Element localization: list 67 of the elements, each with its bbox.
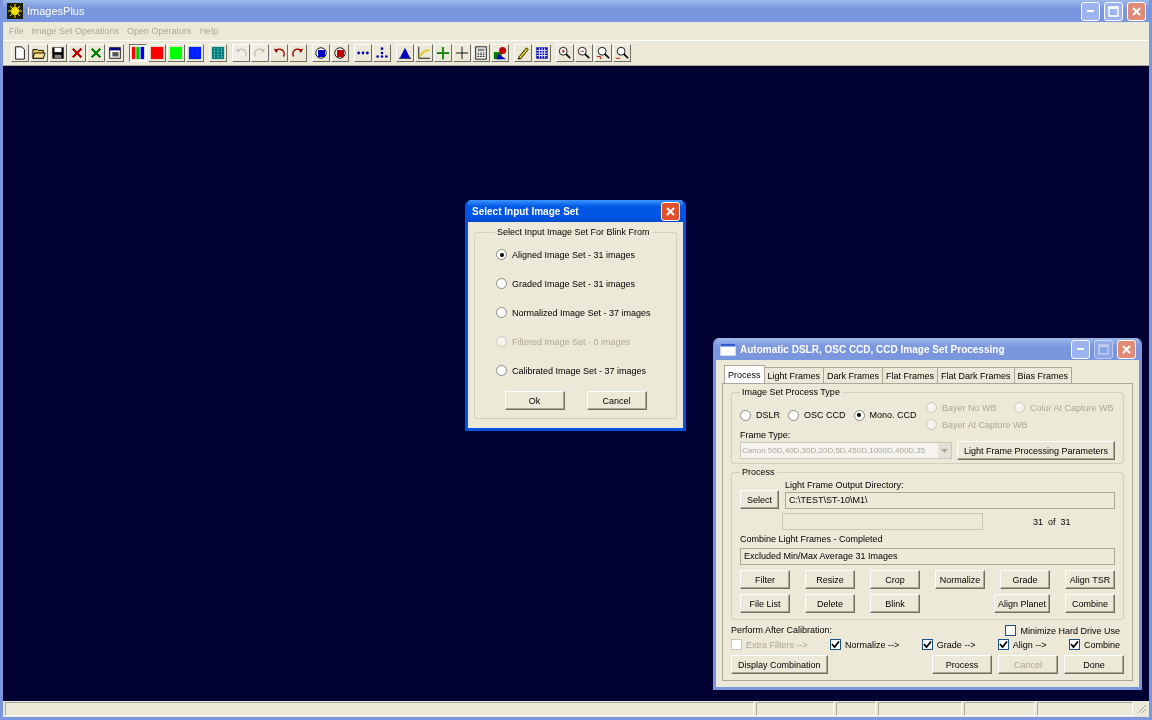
field-label: Frame Type: [740, 430, 792, 440]
radio-label: Calibrated Image Set - 37 images [512, 365, 647, 376]
field-label: Light Frame Output Directory: [785, 480, 905, 490]
checkbox-label: Normalize --> [845, 639, 900, 650]
radio-button[interactable] [496, 365, 507, 376]
minimize-icon [1077, 348, 1084, 350]
dialog-title: Select Input Image Set [472, 205, 580, 217]
check-icon [831, 640, 841, 649]
check-icon [998, 640, 1008, 649]
dropdown: Canon 50D,40D,30D,20D,5D,450D,1000D,400D,35 [740, 442, 952, 459]
section-label: Perform After Calibration: [731, 625, 833, 636]
close-icon [1121, 343, 1132, 355]
radio-label: DSLR [756, 410, 780, 420]
button[interactable]: Crop [870, 570, 920, 589]
window-icon [720, 342, 736, 356]
radio-label: Bayer No WB [942, 402, 997, 413]
radio-label: Normalized Image Set - 37 images [512, 307, 651, 318]
radio-button[interactable] [496, 278, 507, 289]
check-icon [922, 640, 932, 649]
button[interactable]: Select [740, 490, 779, 509]
resize-grip-icon [1135, 702, 1147, 714]
button[interactable]: File List [740, 594, 790, 613]
group-label: Image Set Process Type [741, 387, 841, 397]
button[interactable]: Cancel [586, 391, 647, 410]
minimize-icon [1087, 10, 1094, 12]
radio-button[interactable] [740, 409, 751, 421]
status-label: Combine Light Frames - Completed [740, 534, 884, 544]
radio-label: Aligned Image Set - 31 images [512, 249, 636, 260]
button[interactable]: Light Frame Processing Parameters [956, 441, 1115, 460]
group-label: Select Input Image Set For Blink From [496, 227, 651, 237]
radio-label: Color At Capture WB [1030, 402, 1114, 413]
maximize-icon [1098, 343, 1109, 355]
radio-label: Graded Image Set - 31 images [512, 278, 636, 289]
radio-label: Bayer At Capture WB [942, 419, 1028, 430]
window-title: ImagesPlus [27, 5, 86, 17]
count-label: 31 of 31 [1033, 516, 1071, 527]
radio-button[interactable] [788, 409, 799, 421]
check-icon [1069, 640, 1079, 649]
radio-button[interactable] [853, 409, 865, 421]
app-icon [7, 3, 23, 19]
button[interactable]: Ok [504, 391, 565, 410]
button[interactable]: Filter [740, 570, 790, 589]
checkbox-label: Combine [1083, 639, 1120, 650]
button[interactable]: Align TSR [1065, 570, 1115, 589]
button[interactable]: Combine [1065, 594, 1115, 613]
button[interactable]: Resize [805, 570, 855, 589]
checkbox-label: Extra Filters --> [746, 639, 808, 650]
checkbox-label: Minimize Hard Drive Use [1020, 625, 1120, 636]
radio-button[interactable] [496, 249, 507, 260]
dialog-title: Automatic DSLR, OSC CCD, CCD Image Set Processing [740, 343, 1006, 355]
radio-label: OSC CCD [804, 410, 846, 420]
checkbox-label: Align --> [1012, 639, 1047, 650]
button[interactable]: Grade [1000, 570, 1050, 589]
close-icon [665, 205, 676, 217]
checkbox-label: Grade --> [936, 639, 976, 650]
button[interactable]: Delete [805, 594, 855, 613]
button[interactable]: Normalize [935, 570, 985, 589]
radio-button[interactable] [496, 307, 507, 318]
button[interactable]: Blink [870, 594, 920, 613]
maximize-icon [1108, 5, 1119, 17]
input-field[interactable]: C:\TEST\ST-10\M1\ [785, 492, 1115, 509]
close-icon [1131, 5, 1142, 17]
button[interactable]: Align Planet [993, 594, 1050, 613]
result-field: Excluded Min/Max Average 31 Images [740, 548, 1115, 565]
radio-label: Mono. CCD [869, 410, 917, 420]
group-label: Process [741, 467, 776, 477]
close-button[interactable] [661, 201, 680, 221]
